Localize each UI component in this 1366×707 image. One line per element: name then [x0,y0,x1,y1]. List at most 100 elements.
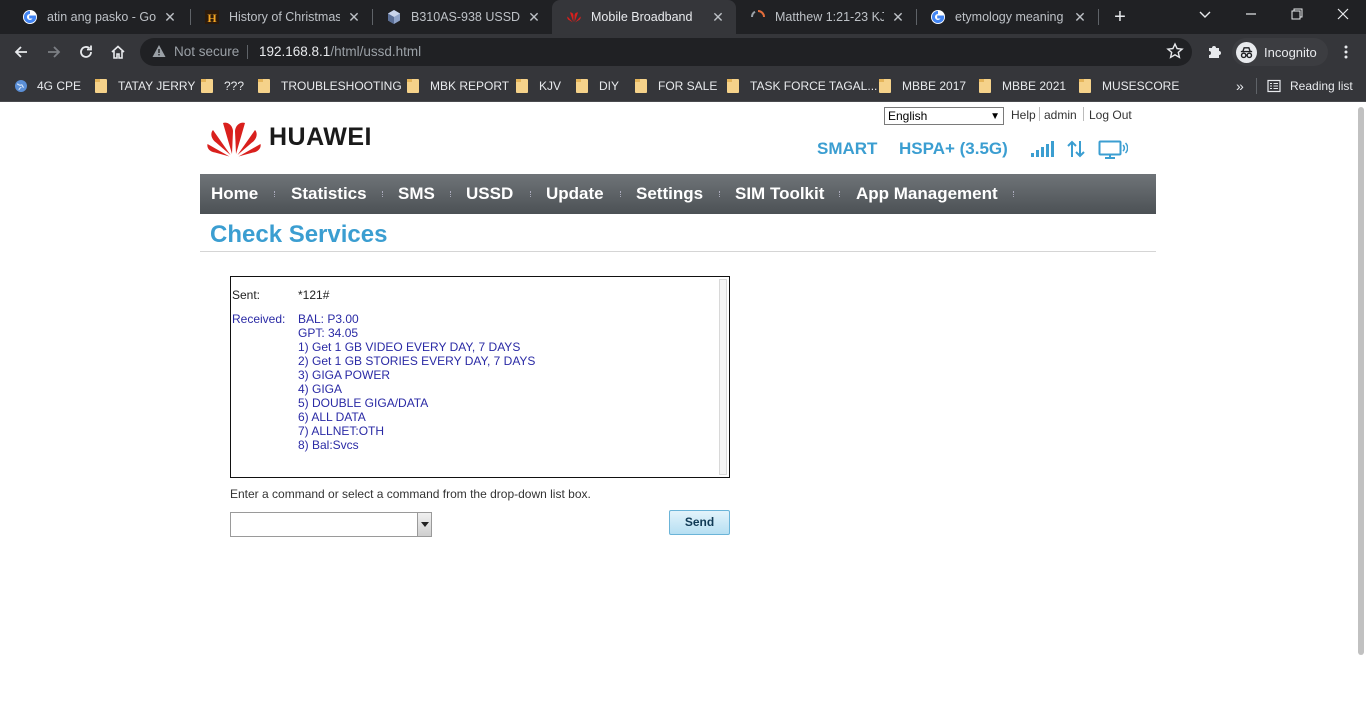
bookmark-folder[interactable]: TASK FORCE TAGAL... [727,76,877,96]
bookmark-star-icon[interactable] [1166,42,1184,65]
restore-icon [1291,8,1303,20]
bookmark-folder[interactable]: TROUBLESHOOTING [258,76,402,96]
received-line: 6) ALL DATA [298,410,366,424]
huawei-icon [566,9,582,25]
forward-button[interactable] [40,38,68,66]
bookmark-folder[interactable]: TATAY JERRY [95,76,195,96]
nav-update[interactable]: Update [546,174,604,214]
received-message: BAL: P3.00 GPT: 34.05 1) Get 1 GB VIDEO … [298,312,535,452]
browser-tab-5[interactable]: Matthew 1:21-23 KJV ✕ [736,0,916,34]
folder-icon [979,79,992,93]
bookmark-folder[interactable]: KJV [516,76,561,96]
back-button[interactable] [7,38,35,66]
puzzle-icon [1209,46,1221,58]
bookmark-folder[interactable]: MUSESCORE [1079,76,1179,96]
home-button[interactable] [104,38,132,66]
close-icon[interactable]: ✕ [346,9,362,26]
close-icon[interactable]: ✕ [162,9,178,26]
minimize-icon [1246,13,1256,15]
browser-tab-1[interactable]: atin ang pasko - Goog ✕ [8,0,188,34]
security-status[interactable]: Not secure [174,44,239,59]
signal-strength-icon [1030,140,1056,163]
bookmark-folder[interactable]: FOR SALE [635,76,717,96]
browser-tab-strip: atin ang pasko - Goog ✕ H History of Chr… [0,0,1366,34]
tab-divider [1098,9,1099,25]
close-window-button[interactable] [1320,0,1366,34]
profile-label: Incognito [1264,44,1317,60]
minimize-button[interactable] [1228,0,1274,34]
language-select[interactable]: English ▼ [884,107,1004,125]
history-h-icon: H [204,9,220,25]
logout-link[interactable]: Log Out [1089,108,1132,122]
globe-icon [14,79,28,93]
chevron-down-icon: ▼ [990,111,1000,122]
address-bar[interactable]: Not secure 192.168.8.1/html/ussd.html [140,38,1192,66]
browser-tab-2[interactable]: H History of Christmas - ✕ [190,0,372,34]
received-line: 1) Get 1 GB VIDEO EVERY DAY, 7 DAYS [298,340,521,354]
bookmarks-bar: 4G CPE TATAY JERRY ??? TROUBLESHOOTING M… [0,70,1366,102]
close-icon[interactable]: ✕ [710,9,726,26]
url-path: /html/ussd.html [330,44,422,59]
browser-tab-3[interactable]: B310AS-938 USSD too ✕ [372,0,552,34]
received-label: Received: [232,312,286,326]
nav-divider [839,191,840,197]
sent-label: Sent: [232,288,261,302]
nav-divider [620,191,621,197]
admin-user-label: admin [1044,108,1077,122]
folder-icon [516,79,529,93]
bookmark-folder[interactable]: DIY [576,76,619,96]
nav-divider [530,191,531,197]
folder-icon [258,79,271,93]
dropdown-arrow-icon[interactable] [417,513,431,536]
browser-menu-button[interactable] [1332,38,1360,66]
page-scrollbar[interactable] [1356,103,1366,707]
reading-list-button[interactable]: Reading list [1267,76,1353,96]
nav-settings[interactable]: Settings [636,174,703,214]
nav-sim-toolkit[interactable]: SIM Toolkit [735,174,824,214]
scrollbar-thumb[interactable] [1358,107,1364,655]
bookmark-folder[interactable]: MBBE 2017 [879,76,966,96]
extensions-button[interactable] [1200,38,1228,66]
bookmark-folder[interactable]: MBBE 2021 [979,76,1066,96]
bookmark-folder[interactable]: ??? [201,76,244,96]
nav-divider [450,191,451,197]
nav-divider [719,191,720,197]
send-button[interactable]: Send [669,510,730,535]
address-divider [247,45,248,59]
response-scrollbar[interactable] [719,279,727,475]
tab-search-button[interactable] [1182,0,1228,34]
nav-statistics[interactable]: Statistics [291,174,367,214]
close-icon [1337,8,1349,20]
command-combobox[interactable] [230,512,432,537]
close-icon[interactable]: ✕ [526,9,542,26]
warning-triangle-icon[interactable] [152,44,166,63]
bookmark-4g-cpe[interactable]: 4G CPE [14,76,81,96]
browser-tab-6[interactable]: etymology meaning - ✕ [916,0,1098,34]
tab-title: History of Christmas - [229,10,340,24]
link-divider [1039,107,1040,121]
nav-app-management[interactable]: App Management [856,174,998,214]
new-tab-button[interactable]: + [1108,5,1132,29]
tab-title: Mobile Broadband [591,10,693,24]
nav-home[interactable]: Home [211,174,258,214]
bookmarks-overflow-button[interactable]: » [1236,76,1244,96]
close-icon[interactable]: ✕ [890,9,906,26]
browser-tab-active[interactable]: Mobile Broadband ✕ [552,0,736,34]
close-icon[interactable]: ✕ [1072,9,1088,26]
reload-icon [80,45,92,58]
nav-divider [1013,191,1014,197]
url-text[interactable]: 192.168.8.1/html/ussd.html [259,44,421,59]
nav-sms[interactable]: SMS [398,174,435,214]
incognito-profile-button[interactable]: Incognito [1232,38,1328,66]
reload-button[interactable] [72,38,100,66]
nav-ussd[interactable]: USSD [466,174,513,214]
google-g-icon [22,9,38,25]
bookmark-folder[interactable]: MBK REPORT [407,76,509,96]
folder-icon [635,79,648,93]
main-nav: Home Statistics SMS USSD Update Settings… [200,174,1156,214]
help-link[interactable]: Help [1011,108,1036,122]
google-g-icon [930,9,946,25]
brand-name: HUAWEI [269,122,372,151]
folder-icon [407,79,420,93]
restore-button[interactable] [1274,0,1320,34]
